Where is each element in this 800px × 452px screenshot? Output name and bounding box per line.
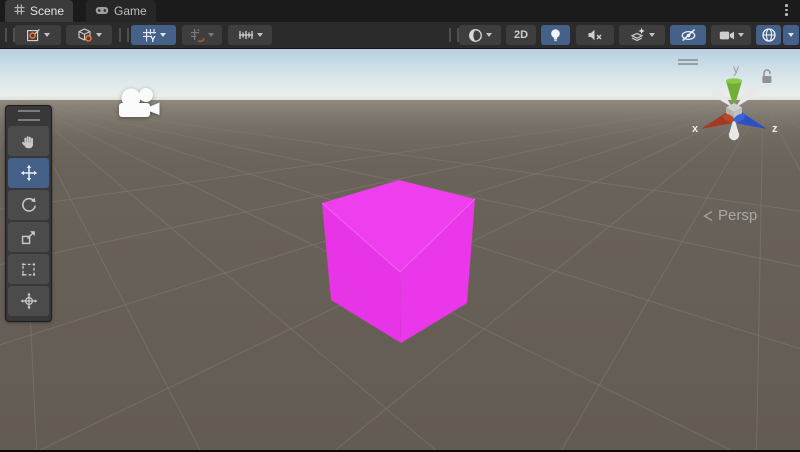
rotate-tool-button[interactable] bbox=[8, 190, 49, 220]
grid-y-icon: Y bbox=[142, 28, 157, 43]
gizmos-dropdown-button[interactable] bbox=[783, 25, 799, 45]
projection-label: Persp bbox=[718, 207, 757, 224]
shaded-sphere-icon bbox=[468, 28, 483, 43]
scene-view-toolbar: Y 2D bbox=[0, 22, 800, 49]
kebab-menu-icon[interactable] bbox=[785, 4, 788, 16]
move-arrows-icon bbox=[20, 164, 38, 182]
camera-settings-button[interactable] bbox=[711, 25, 751, 45]
chevron-down-icon bbox=[788, 33, 794, 37]
magenta-cube[interactable] bbox=[322, 180, 475, 343]
svg-text:Y: Y bbox=[150, 34, 156, 43]
gizmos-sphere-icon bbox=[761, 27, 777, 43]
increment-snap-icon bbox=[238, 28, 254, 42]
handle-rotation-cube-icon bbox=[77, 28, 93, 43]
handle-position-icon bbox=[26, 28, 41, 43]
chevron-left-icon bbox=[703, 210, 714, 222]
view-hand-tool-button[interactable] bbox=[8, 126, 49, 156]
tab-bar: Scene Game bbox=[0, 0, 800, 22]
axis-label-y: y bbox=[733, 62, 739, 76]
grid-snap-magnet-icon bbox=[190, 28, 205, 43]
rotate-circle-icon bbox=[20, 196, 38, 214]
light-bulb-icon bbox=[549, 28, 562, 43]
chevron-down-icon bbox=[208, 33, 214, 37]
axis-label-z: z bbox=[772, 123, 778, 135]
unlock-icon[interactable] bbox=[762, 70, 771, 83]
audio-toggle-button[interactable] bbox=[576, 25, 614, 45]
tool-handle-rotation-button[interactable] bbox=[66, 25, 112, 45]
eye-hidden-icon bbox=[680, 28, 697, 43]
tab-game-label: Game bbox=[114, 4, 147, 18]
audio-muted-icon bbox=[587, 28, 603, 42]
toolbar-drag-handle[interactable] bbox=[449, 28, 459, 42]
drag-handle-icon[interactable] bbox=[18, 110, 40, 121]
draw-mode-button[interactable] bbox=[459, 25, 501, 45]
chevron-down-icon bbox=[738, 33, 744, 37]
hand-icon bbox=[20, 133, 37, 150]
scale-tool-button[interactable] bbox=[8, 222, 49, 252]
chevron-down-icon bbox=[160, 33, 166, 37]
tab-scene-label: Scene bbox=[30, 4, 64, 18]
scene-visibility-button[interactable] bbox=[670, 25, 706, 45]
2d-toggle-button[interactable]: 2D bbox=[506, 25, 536, 45]
grid-snapping-button[interactable] bbox=[182, 25, 222, 45]
scene-viewport[interactable]: y x z bbox=[0, 49, 800, 450]
rect-dashed-icon bbox=[20, 261, 37, 278]
orientation-gizmo[interactable]: y x z bbox=[670, 55, 798, 155]
chevron-down-icon bbox=[96, 33, 102, 37]
toolbar-separator bbox=[119, 28, 129, 42]
chevron-down-icon bbox=[649, 33, 655, 37]
toolbar-drag-handle[interactable] bbox=[5, 28, 15, 42]
gamepad-icon bbox=[95, 4, 109, 19]
drag-handle-icon[interactable] bbox=[678, 60, 698, 64]
move-tool-button[interactable] bbox=[8, 158, 49, 188]
video-camera-icon bbox=[719, 29, 735, 42]
grid-visibility-button[interactable]: Y bbox=[131, 25, 176, 45]
transform-combo-icon bbox=[20, 292, 38, 310]
grid-hash-icon bbox=[14, 4, 25, 18]
effects-layers-star-icon bbox=[630, 27, 646, 43]
transform-tool-button[interactable] bbox=[8, 286, 49, 316]
effects-toggle-button[interactable] bbox=[619, 25, 665, 45]
increment-snap-button[interactable] bbox=[228, 25, 272, 45]
tool-handle-position-button[interactable] bbox=[15, 25, 61, 45]
chevron-down-icon bbox=[486, 33, 492, 37]
rect-tool-button[interactable] bbox=[8, 254, 49, 284]
scale-arrow-icon bbox=[20, 229, 37, 246]
camera-gizmo-icon[interactable] bbox=[112, 84, 166, 124]
gizmos-toggle-button[interactable] bbox=[756, 25, 781, 45]
axis-label-x: x bbox=[692, 123, 699, 135]
chevron-down-icon bbox=[257, 33, 263, 37]
2d-label: 2D bbox=[514, 29, 528, 41]
chevron-down-icon bbox=[44, 33, 50, 37]
lighting-toggle-button[interactable] bbox=[541, 25, 570, 45]
tools-overlay bbox=[5, 105, 52, 322]
tab-scene[interactable]: Scene bbox=[5, 0, 73, 22]
projection-toggle[interactable]: Persp bbox=[703, 207, 757, 224]
tab-game[interactable]: Game bbox=[86, 0, 156, 22]
